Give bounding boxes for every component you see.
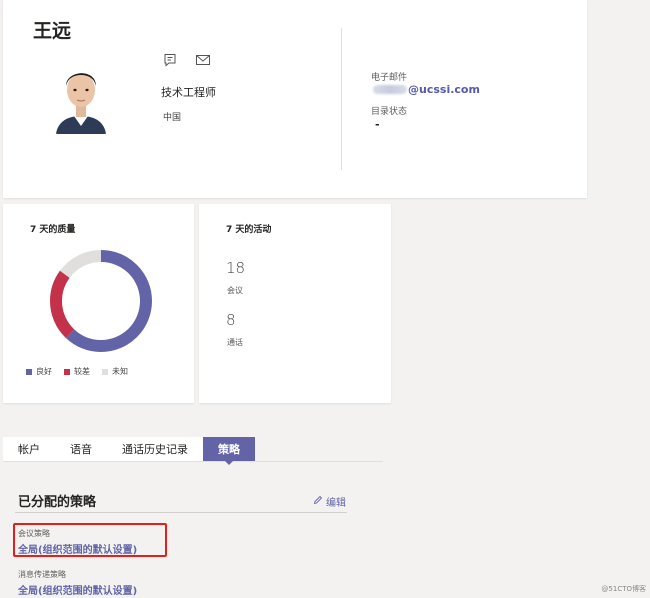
divider bbox=[341, 28, 342, 170]
email-row[interactable]: @ucssi.com bbox=[373, 83, 480, 96]
profile-card: 王远 技术工程师 中国 电子邮件 @ucssi.com 目录状态 - bbox=[3, 0, 587, 198]
watermark: @51CTO博客 bbox=[601, 585, 646, 593]
location: 中国 bbox=[163, 113, 182, 123]
tab-call-history[interactable]: 通话历史记录 bbox=[107, 437, 203, 461]
meetings-label: 会议 bbox=[227, 286, 243, 295]
mail-icon[interactable] bbox=[195, 52, 213, 66]
activity-card: 7 天的活动 18 会议 8 通话 bbox=[199, 204, 391, 403]
avatar bbox=[52, 58, 110, 134]
legend-label-good: 良好 bbox=[36, 367, 52, 376]
email-label: 电子邮件 bbox=[371, 73, 408, 83]
legend-swatch-unknown bbox=[102, 368, 108, 375]
pencil-icon bbox=[313, 495, 323, 508]
chat-icon[interactable] bbox=[163, 52, 181, 67]
legend-swatch-poor bbox=[64, 368, 70, 375]
calls-label: 通话 bbox=[227, 338, 243, 347]
legend-swatch-good bbox=[26, 368, 32, 375]
directory-status-value: - bbox=[375, 118, 380, 131]
meetings-count: 18 bbox=[226, 259, 246, 277]
quality-title: 7 天的质量 bbox=[30, 225, 76, 235]
edit-label: 编辑 bbox=[326, 498, 346, 509]
quality-legend: 良好 较差 未知 bbox=[26, 366, 128, 377]
job-title: 技术工程师 bbox=[161, 86, 216, 99]
activity-title: 7 天的活动 bbox=[226, 225, 272, 235]
contact-actions bbox=[163, 52, 213, 67]
legend-item-good: 良好 bbox=[26, 366, 52, 377]
email-redacted bbox=[373, 85, 407, 94]
tab-bar: 帐户 语音 通话历史记录 策略 bbox=[3, 437, 383, 465]
calls-count: 8 bbox=[226, 311, 236, 329]
legend-label-poor: 较差 bbox=[74, 367, 90, 376]
section-divider bbox=[15, 512, 347, 513]
tab-voice[interactable]: 语音 bbox=[55, 437, 107, 461]
assigned-policies-title: 已分配的策略 bbox=[18, 495, 97, 510]
messaging-policy-value[interactable]: 全局(组织范围的默认设置) bbox=[18, 582, 137, 597]
legend-label-unknown: 未知 bbox=[112, 367, 128, 376]
highlight-annotation bbox=[13, 523, 167, 557]
messaging-policy-label: 消息传递策略 bbox=[18, 570, 66, 579]
tab-policies[interactable]: 策略 bbox=[203, 437, 255, 465]
legend-item-unknown: 未知 bbox=[102, 366, 128, 377]
legend-item-poor: 较差 bbox=[64, 366, 90, 377]
email-value[interactable]: @ucssi.com bbox=[408, 83, 480, 96]
quality-donut-chart bbox=[50, 250, 152, 352]
directory-status-label: 目录状态 bbox=[371, 107, 408, 117]
tab-account[interactable]: 帐户 bbox=[3, 437, 55, 461]
profile-name: 王远 bbox=[33, 20, 72, 42]
edit-button[interactable]: 编辑 bbox=[313, 494, 346, 509]
